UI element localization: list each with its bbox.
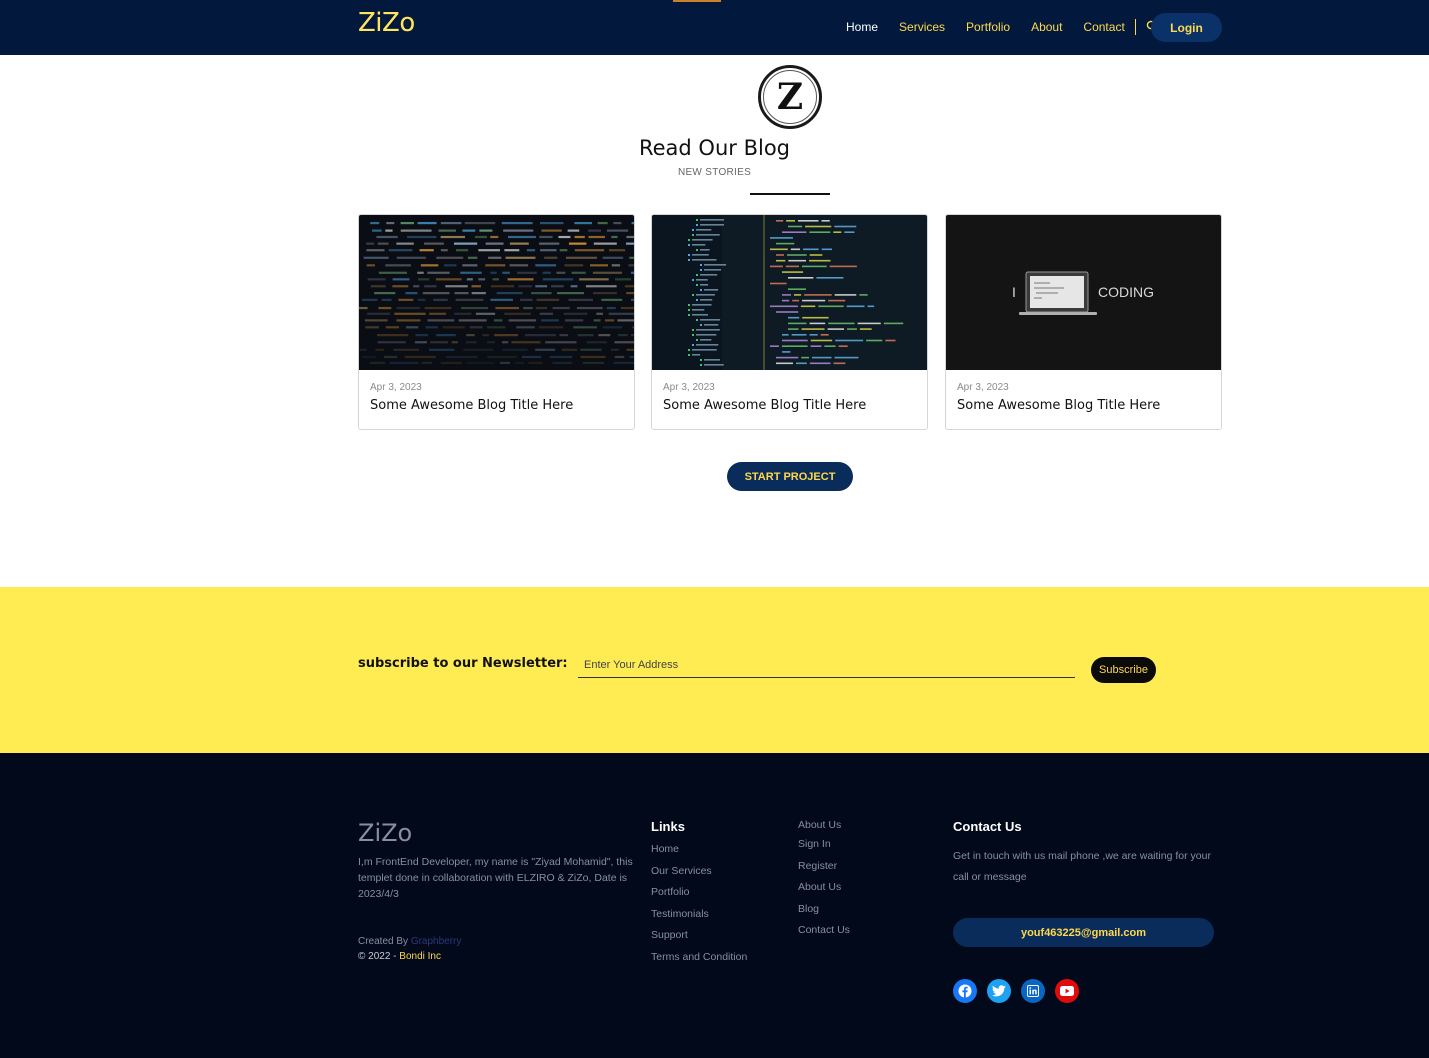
nav-link-portfolio[interactable]: Portfolio [966, 20, 1010, 34]
footer-link-portfolio[interactable]: Portfolio [651, 885, 747, 907]
blog-card-date: Apr 3, 2023 [663, 382, 715, 393]
footer-brand: ZiZo [358, 819, 413, 847]
footer-link-terms[interactable]: Terms and Condition [651, 950, 747, 972]
blog-card-title[interactable]: Some Awesome Blog Title Here [370, 398, 573, 413]
blog-card-image-i-love-coding[interactable]: I CODING [946, 215, 1221, 370]
blog-heading: Read Our Blog [638, 136, 790, 160]
footer-description: I,m FrontEnd Developer, my name is "Ziya… [358, 856, 633, 900]
blog-card-title[interactable]: Some Awesome Blog Title Here [957, 398, 1160, 413]
footer-links-list: Home Our Services Portfolio Testimonials… [651, 842, 747, 971]
newsletter-label: subscribe to our Newsletter: [358, 656, 568, 671]
twitter-icon[interactable] [987, 979, 1011, 1003]
nav-link-about[interactable]: About [1031, 20, 1062, 34]
coding-image-left-text: I [1012, 284, 1016, 300]
brand-logo[interactable]: ZiZo [358, 8, 415, 38]
footer-link-sign-in[interactable]: Sign In [798, 837, 850, 859]
footer-links2-list: About Us Sign In Register About Us Blog … [798, 818, 850, 945]
subscribe-button[interactable]: Subscribe [1091, 657, 1156, 683]
footer-link-about-us[interactable]: About Us [798, 818, 850, 837]
blog-subheading: NEW STORIES [677, 167, 752, 178]
copyright-prefix: © 2022 - [358, 951, 397, 962]
footer-created-by: Created By Graphberry [358, 936, 461, 947]
footer-link-testimonials[interactable]: Testimonials [651, 907, 747, 929]
linkedin-icon[interactable] [1021, 979, 1045, 1003]
footer-link-support[interactable]: Support [651, 928, 747, 950]
footer: ZiZo I,m FrontEnd Developer, my name is … [0, 753, 1429, 1058]
copyright-brand-link[interactable]: Bondi Inc [399, 951, 441, 962]
blog-heading-underline [750, 193, 830, 195]
blog-card[interactable]: Apr 3, 2023 Some Awesome Blog Title Here [651, 214, 928, 430]
footer-link-about-us-2[interactable]: About Us [798, 880, 850, 902]
newsletter-section: subscribe to our Newsletter: Subscribe [0, 587, 1429, 753]
start-project-button[interactable]: START PROJECT [727, 462, 853, 491]
facebook-icon[interactable] [953, 979, 977, 1003]
nav-divider [1134, 19, 1136, 35]
footer-link-home[interactable]: Home [651, 842, 747, 864]
nav-active-indicator [673, 0, 721, 2]
nav-links: Home Services Portfolio About Contact [846, 19, 1160, 35]
youtube-icon[interactable] [1055, 979, 1079, 1003]
footer-link-blog[interactable]: Blog [798, 902, 850, 924]
blog-card-date: Apr 3, 2023 [370, 382, 422, 393]
nav-link-contact[interactable]: Contact [1083, 20, 1124, 34]
footer-email-button[interactable]: youf463225@gmail.com [953, 918, 1214, 947]
footer-copyright: © 2022 - Bondi Inc [358, 951, 441, 962]
logo-letter: Z [763, 70, 817, 124]
footer-link-register[interactable]: Register [798, 859, 850, 881]
blog-card-image-code-editor[interactable] [652, 215, 927, 370]
footer-link-contact-us[interactable]: Contact Us [798, 923, 850, 945]
footer-contact-text: Get in touch with us mail phone ,we are … [953, 850, 1211, 883]
created-by-prefix: Created By [358, 936, 409, 947]
blog-card-date: Apr 3, 2023 [957, 382, 1009, 393]
coding-image-right-text: CODING [1098, 284, 1154, 300]
blog-card-image-code-screen[interactable] [359, 215, 634, 370]
nav-link-home[interactable]: Home [846, 20, 878, 34]
login-button[interactable]: Login [1151, 13, 1222, 42]
blog-card[interactable]: Apr 3, 2023 Some Awesome Blog Title Here [358, 214, 635, 430]
blog-card-title[interactable]: Some Awesome Blog Title Here [663, 398, 866, 413]
blog-card[interactable]: I CODING Apr 3, 2023 Some Awesome Blog T… [945, 214, 1222, 430]
navbar: ZiZo Home Services Portfolio About Conta… [0, 0, 1429, 55]
newsletter-email-input[interactable] [578, 653, 1075, 678]
created-by-link[interactable]: Graphberry [411, 936, 462, 947]
footer-link-our-services[interactable]: Our Services [651, 864, 747, 886]
nav-link-services[interactable]: Services [899, 20, 945, 34]
social-icons [953, 979, 1089, 1003]
zizo-logo-emblem: Z [758, 65, 822, 129]
footer-links-title: Links [651, 819, 685, 834]
footer-contact-title: Contact Us [953, 819, 1022, 834]
